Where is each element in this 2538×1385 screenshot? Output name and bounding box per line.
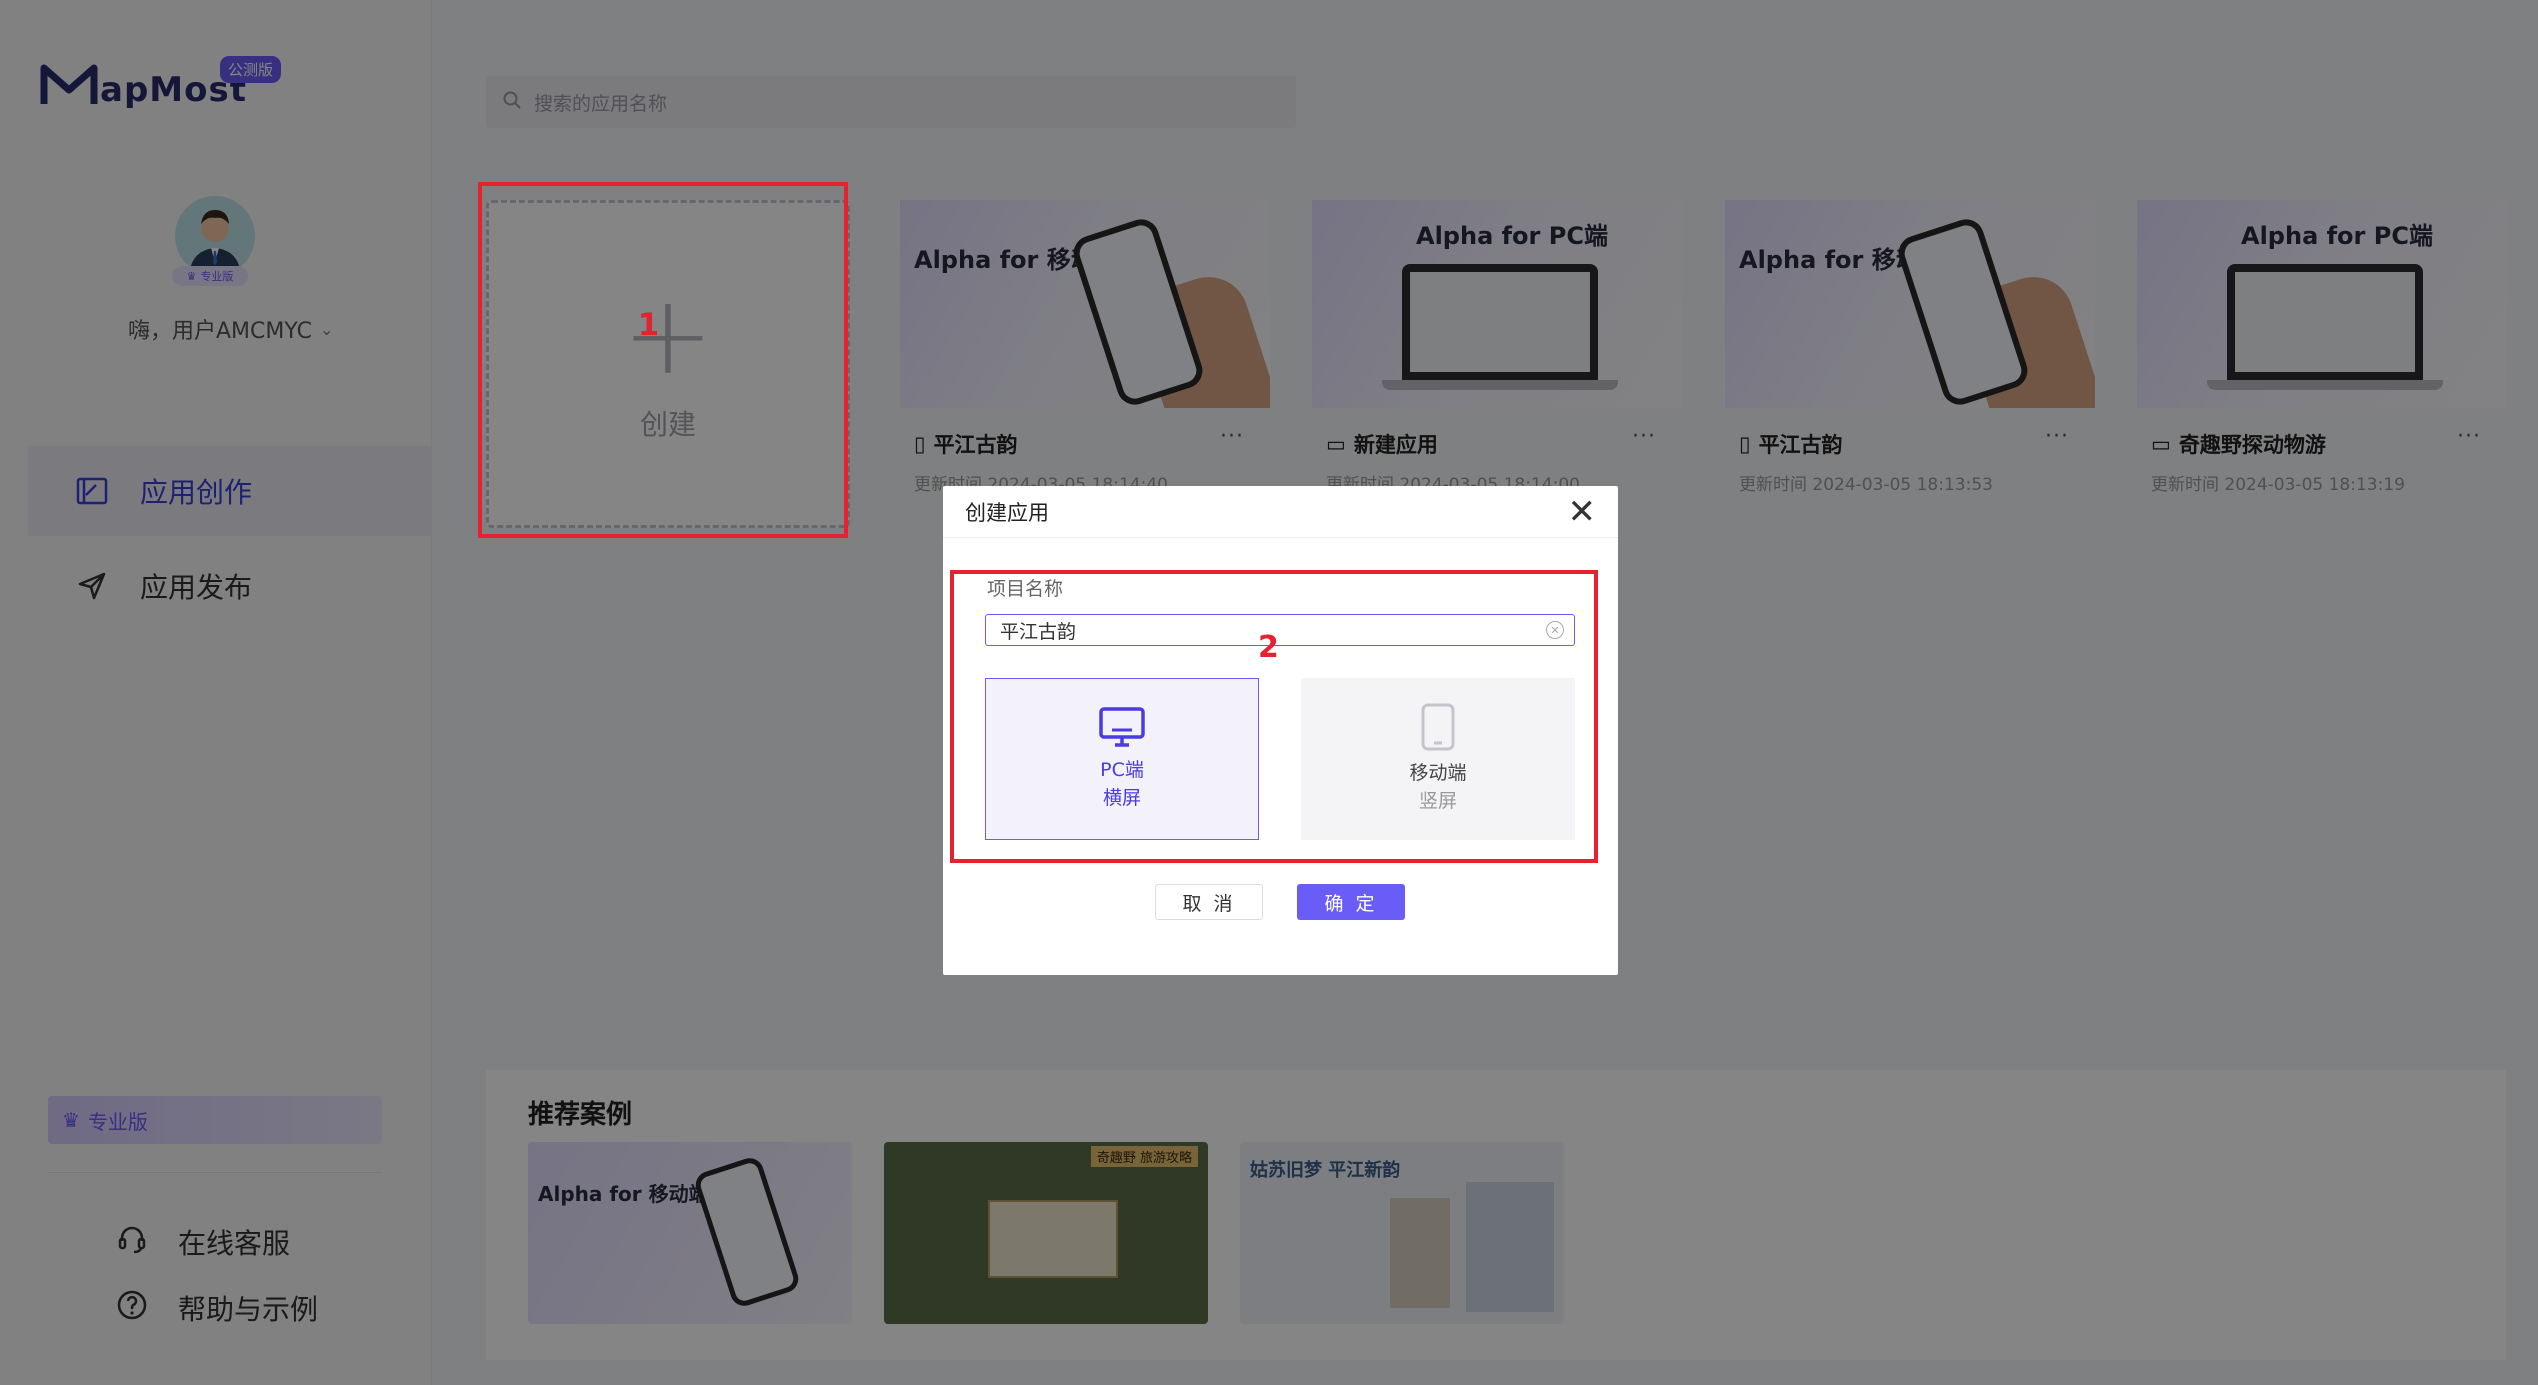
highlight-box-2 <box>950 570 1598 863</box>
highlight-box-1 <box>478 182 848 538</box>
dialog-header: 创建应用 ✕ <box>943 486 1618 538</box>
confirm-button[interactable]: 确 定 <box>1297 884 1405 920</box>
cancel-button[interactable]: 取 消 <box>1155 884 1263 920</box>
step-marker-1: 1 <box>638 308 659 343</box>
dialog-title: 创建应用 <box>965 500 1049 525</box>
step-marker-2: 2 <box>1258 630 1279 665</box>
close-icon[interactable]: ✕ <box>1568 495 1597 529</box>
